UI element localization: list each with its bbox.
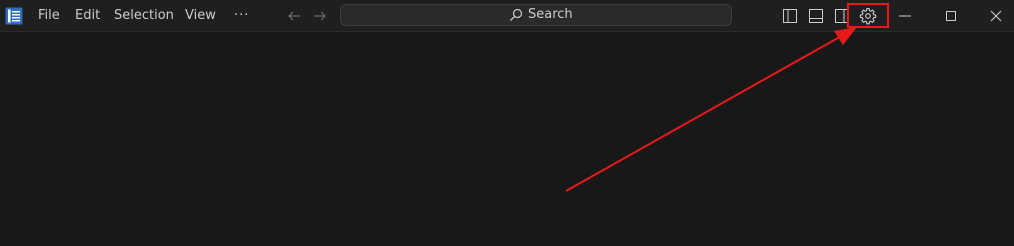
layout-sidebar-right-icon[interactable] [834, 8, 850, 24]
vscode-app-icon [5, 7, 23, 25]
gear-icon[interactable] [859, 7, 877, 25]
maximize-icon[interactable] [943, 8, 959, 24]
search-icon [510, 8, 523, 21]
menu-selection[interactable]: Selection [114, 8, 174, 24]
menu-more[interactable]: ··· [234, 8, 249, 24]
menu-view[interactable]: View [185, 8, 216, 24]
command-center-search[interactable]: Search [340, 4, 732, 26]
menu-file[interactable]: File [38, 8, 60, 24]
search-label: Search [528, 7, 573, 22]
app-window: File Edit Selection View ··· Search [0, 0, 1014, 246]
arrow-left-icon[interactable] [286, 8, 302, 24]
editor-area [0, 33, 1014, 246]
title-bar: File Edit Selection View ··· Search [0, 0, 1014, 32]
layout-panel-icon[interactable] [808, 8, 824, 24]
arrow-right-icon[interactable] [312, 8, 328, 24]
menu-edit[interactable]: Edit [75, 8, 100, 24]
search-content: Search [509, 6, 573, 24]
close-icon[interactable] [988, 8, 1004, 24]
minimize-icon[interactable] [897, 8, 913, 24]
layout-sidebar-left-icon[interactable] [782, 8, 798, 24]
